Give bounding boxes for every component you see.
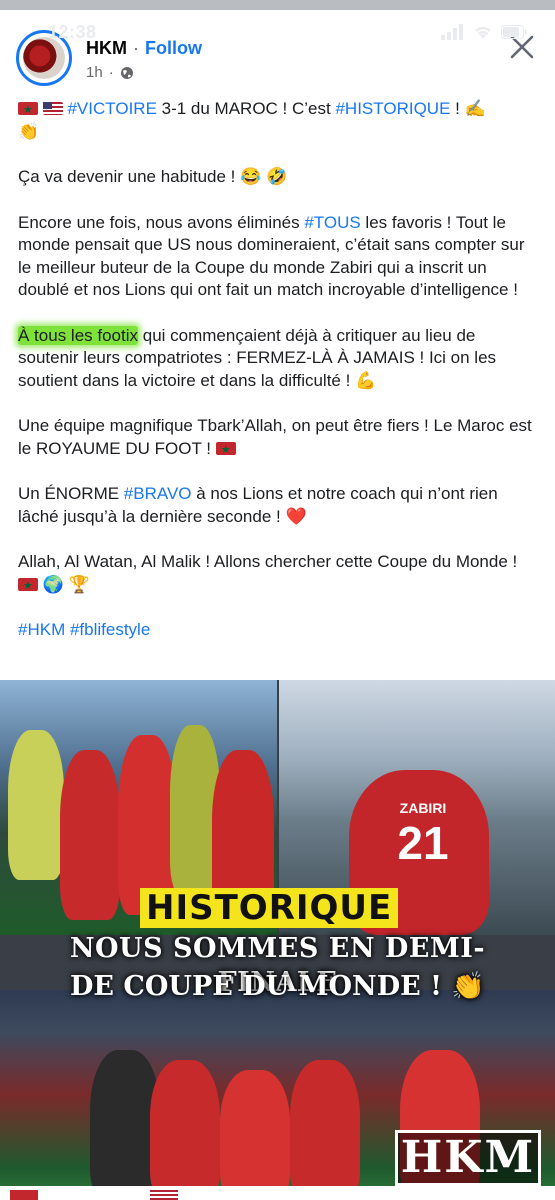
post-meta: 1h ·	[86, 64, 134, 81]
avatar-logo	[23, 37, 65, 79]
battery-icon	[501, 25, 527, 39]
top-bar	[0, 0, 555, 10]
paragraph-5: Une équipe magnifique Tbark’Allah, on pe…	[18, 415, 538, 461]
globe-trophy-icons: 🌍 🏆	[42, 574, 90, 594]
us-flag-icon	[42, 102, 63, 115]
shirt-number: 21	[397, 817, 449, 869]
post-time[interactable]: 1h	[86, 64, 103, 81]
paragraph-7: Allah, Al Watan, Al Malik ! Allons cherc…	[18, 551, 538, 597]
p6-text-1: Un ÉNORME	[18, 484, 124, 503]
paragraph-6: Un ÉNORME #BRAVO à nos Lions et notre co…	[18, 483, 538, 528]
author-row: HKM · Follow	[86, 38, 202, 59]
hashtag-hkm[interactable]: #HKM	[18, 620, 65, 639]
p7-text: Allah, Al Watan, Al Malik ! Allons cherc…	[18, 552, 518, 571]
paragraph-4: À tous les footix qui commençaient déjà …	[18, 325, 538, 393]
post-text: #VICTOIRE 3-1 du MAROC ! C’est #HISTORIQ…	[18, 98, 538, 665]
headline-coupe-du-monde: DE COUPE DU MONDE ! 👏	[70, 971, 485, 1002]
headline-historique: HISTORIQUE	[140, 888, 399, 928]
separator-dot: ·	[133, 38, 139, 58]
player-figure	[290, 1060, 360, 1200]
hkm-watermark-logo: HKM	[395, 1130, 541, 1186]
globe-icon	[120, 66, 133, 79]
player-figure	[220, 1070, 290, 1200]
morocco-flag-icon	[215, 439, 236, 461]
p1-text-1: 3-1 du MAROC ! C’est	[156, 99, 336, 118]
player-figure	[60, 750, 120, 920]
morocco-flag-icon	[18, 99, 38, 122]
us-flag-icon	[150, 1190, 178, 1200]
post-image[interactable]: ZABIRI 21 HISTORIQUE NOUS SOMMES EN DEMI…	[0, 680, 555, 1200]
paragraph-3: Encore une fois, nous avons éliminés #TO…	[18, 212, 538, 302]
hashtag-fblifestyle[interactable]: #fblifestyle	[70, 620, 150, 639]
morocco-flag-icon	[10, 1190, 38, 1200]
hashtag-victoire[interactable]: #VICTOIRE	[67, 99, 156, 118]
wifi-icon	[475, 26, 491, 39]
next-post-strip	[0, 1186, 555, 1200]
hashtag-tous[interactable]: #TOUS	[304, 213, 360, 232]
player-figure	[150, 1060, 220, 1200]
separator-dot-2: ·	[108, 64, 114, 81]
player-figure	[8, 730, 64, 880]
paragraph-2: Ça va devenir une habitude ! 😂 🤣	[18, 167, 288, 186]
hashtag-historique[interactable]: #HISTORIQUE	[335, 99, 450, 118]
highlighted-text: À tous les footix	[18, 325, 139, 345]
morocco-flag-icon	[18, 575, 38, 597]
follow-button[interactable]: Follow	[145, 38, 202, 59]
hashtag-bravo[interactable]: #BRAVO	[124, 484, 192, 503]
paragraph-hashtags: #HKM #fblifestyle	[18, 619, 538, 642]
paragraph-1: #VICTOIRE 3-1 du MAROC ! C’est #HISTORIQ…	[18, 98, 538, 143]
status-icons	[441, 24, 527, 40]
clap-icon: 👏	[18, 121, 40, 141]
p1-text-2: ! ✍️	[450, 99, 486, 118]
status-time: 12:38	[48, 22, 97, 42]
p5-text: Une équipe magnifique Tbark’Allah, on pe…	[18, 416, 532, 458]
p3-text-1: Encore une fois, nous avons éliminés	[18, 212, 305, 232]
signal-icon	[441, 24, 463, 40]
shirt-name: ZABIRI	[399, 800, 447, 816]
